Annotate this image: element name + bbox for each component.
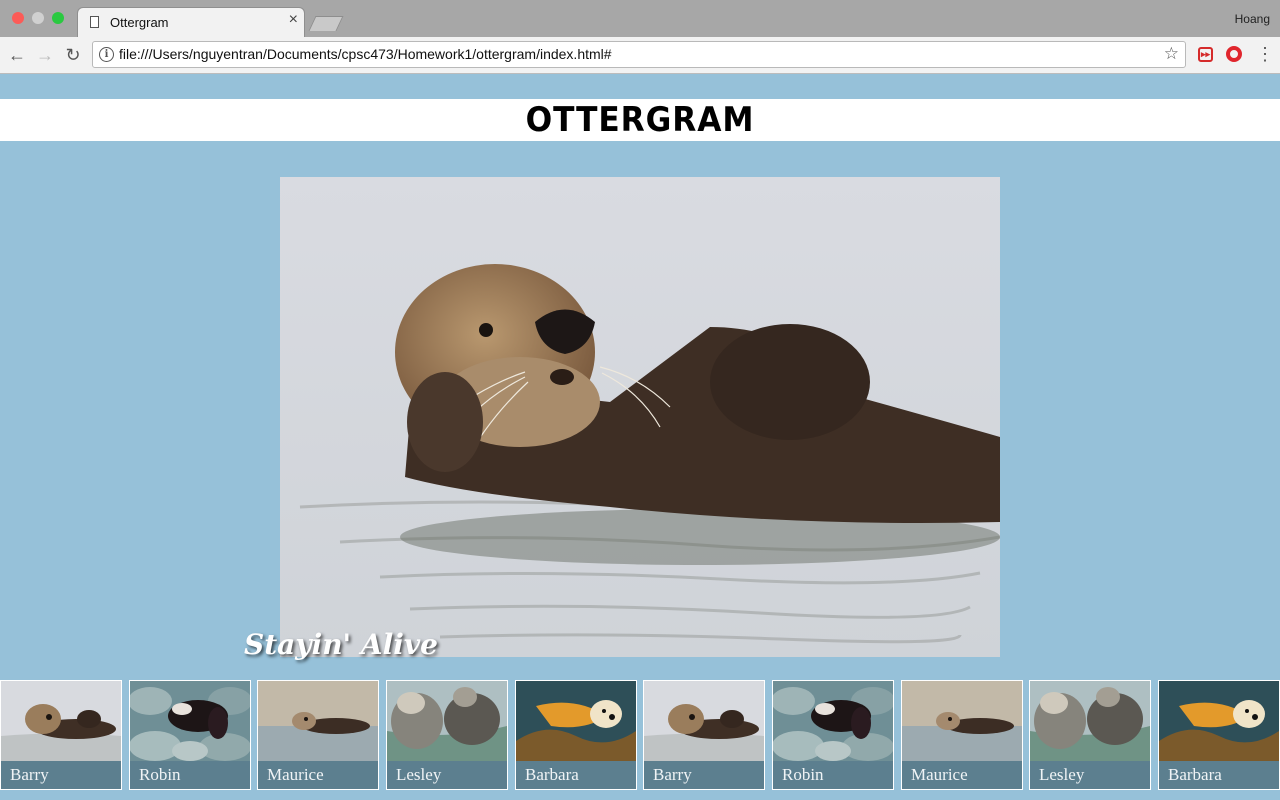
thumbnail-lesley[interactable]: Lesley bbox=[1029, 680, 1151, 790]
reload-icon[interactable]: ↻ bbox=[62, 44, 84, 66]
window-close-button[interactable] bbox=[12, 12, 24, 24]
opera-extension-icon[interactable] bbox=[1226, 46, 1242, 62]
profile-name[interactable]: Hoang bbox=[1235, 12, 1270, 26]
thumbnail-label: Lesley bbox=[1039, 765, 1085, 784]
thumbnail-robin[interactable]: Robin bbox=[772, 680, 894, 790]
detail-image bbox=[280, 177, 1000, 657]
address-bar[interactable]: i file:///Users/nguyentran/Documents/cps… bbox=[92, 41, 1186, 68]
info-icon[interactable]: i bbox=[99, 47, 114, 62]
browser-tab[interactable]: Ottergram × bbox=[78, 8, 304, 37]
thumbnail-list: Barry Robin Maurice Lesley Barbara Barry… bbox=[0, 680, 1280, 790]
thumbnail-label: Barry bbox=[10, 765, 49, 784]
thumbnail-lesley[interactable]: Lesley bbox=[386, 680, 508, 790]
tab-close-icon[interactable]: × bbox=[289, 12, 298, 28]
thumbnail-maurice[interactable]: Maurice bbox=[257, 680, 379, 790]
window-maximize-button[interactable] bbox=[52, 12, 64, 24]
url-text[interactable]: file:///Users/nguyentran/Documents/cpsc4… bbox=[119, 46, 612, 62]
menu-dots-icon[interactable]: ⋮ bbox=[1256, 43, 1274, 65]
thumbnail-label: Robin bbox=[782, 765, 824, 784]
bookmark-star-icon[interactable]: ☆ bbox=[1164, 44, 1179, 64]
detail-title: Stayin' Alive bbox=[244, 628, 438, 661]
page-header: OTTERGRAM bbox=[0, 99, 1280, 141]
document-icon bbox=[90, 16, 99, 28]
otter-on-rocks-thumbnail-image bbox=[130, 681, 250, 761]
otter-in-kelp-thumbnail-image bbox=[516, 681, 636, 761]
two-otters-thumbnail-image bbox=[387, 681, 507, 761]
thumbnail-label: Barbara bbox=[1168, 765, 1222, 784]
otter-in-kelp-thumbnail-image bbox=[1159, 681, 1279, 761]
thumbnail-maurice[interactable]: Maurice bbox=[901, 680, 1023, 790]
otter-swimming-thumbnail-image bbox=[258, 681, 378, 761]
page-logo: OTTERGRAM bbox=[525, 100, 755, 140]
thumbnail-label: Barry bbox=[653, 765, 692, 784]
thumbnail-barry[interactable]: Barry bbox=[643, 680, 765, 790]
thumbnail-barbara[interactable]: Barbara bbox=[515, 680, 637, 790]
forward-arrow-icon[interactable]: → bbox=[34, 44, 56, 66]
thumbnail-label: Robin bbox=[139, 765, 181, 784]
thumbnail-label: Lesley bbox=[396, 765, 442, 784]
extension-icon[interactable]: ▸▸ bbox=[1198, 47, 1213, 62]
thumbnail-barry[interactable]: Barry bbox=[0, 680, 122, 790]
window-titlebar: Ottergram × Hoang bbox=[0, 0, 1280, 37]
otter-floating-thumbnail-image bbox=[644, 681, 764, 761]
thumbnail-barbara[interactable]: Barbara bbox=[1158, 680, 1280, 790]
thumbnail-label: Maurice bbox=[911, 765, 968, 784]
new-tab-button[interactable] bbox=[308, 16, 344, 31]
window-minimize-button[interactable] bbox=[32, 12, 44, 24]
thumbnail-label: Maurice bbox=[267, 765, 324, 784]
tab-title: Ottergram bbox=[110, 15, 169, 30]
browser-toolbar: ← → ↻ i file:///Users/nguyentran/Documen… bbox=[0, 37, 1280, 74]
thumbnail-robin[interactable]: Robin bbox=[129, 680, 251, 790]
otter-swimming-thumbnail-image bbox=[902, 681, 1022, 761]
two-otters-thumbnail-image bbox=[1030, 681, 1150, 761]
otter-on-rocks-thumbnail-image bbox=[773, 681, 893, 761]
thumbnail-label: Barbara bbox=[525, 765, 579, 784]
back-arrow-icon[interactable]: ← bbox=[6, 44, 28, 66]
otter-floating-thumbnail-image bbox=[1, 681, 121, 761]
